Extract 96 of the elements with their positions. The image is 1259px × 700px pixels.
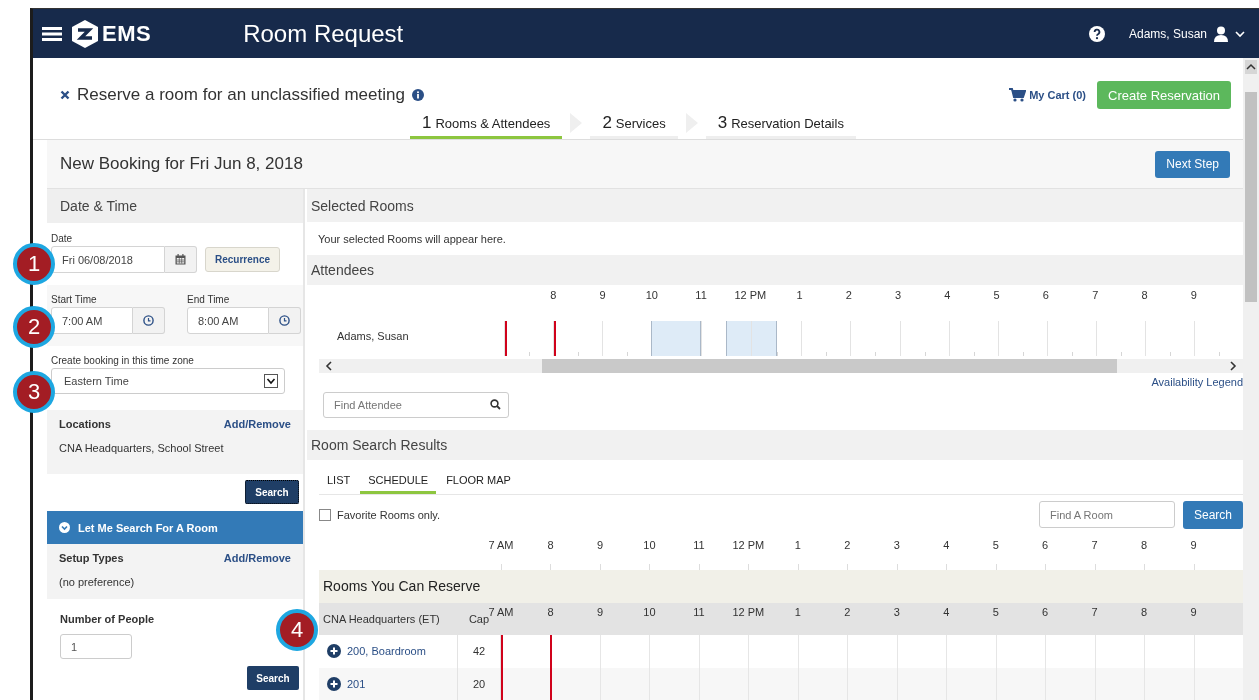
section-label: Setup Types bbox=[59, 552, 124, 564]
hour-label: 7 bbox=[1090, 538, 1099, 551]
hour-label: 6 bbox=[1041, 289, 1050, 302]
app-title: Room Request bbox=[243, 19, 405, 48]
cart-link[interactable]: My Cart (0) bbox=[1009, 88, 1086, 102]
search-button[interactable]: Search bbox=[245, 480, 299, 504]
view-tab[interactable]: LIST bbox=[319, 473, 359, 494]
hour-label: 8 bbox=[546, 605, 555, 618]
hour-label: 4 bbox=[942, 538, 951, 551]
hour-label: 11 bbox=[694, 289, 708, 302]
attendee-name: Adams, Susan bbox=[336, 329, 409, 342]
search-panel-header[interactable]: Let Me Search For A Room bbox=[47, 511, 303, 544]
next-step-button[interactable]: Next Step bbox=[1155, 150, 1230, 178]
booking-title: New Booking for Fri Jun 8, 2018 bbox=[60, 154, 303, 174]
section-heading: Selected Rooms bbox=[307, 189, 1243, 222]
hour-label: 8 bbox=[1140, 289, 1149, 302]
start-time-field[interactable]: 7:00 AM bbox=[51, 307, 133, 334]
section-label: Locations bbox=[59, 418, 111, 430]
table-cell: 42 bbox=[472, 645, 486, 658]
hour-label: 10 bbox=[642, 605, 657, 618]
search-button[interactable]: Search bbox=[247, 666, 299, 690]
hour-label: 9 bbox=[598, 289, 607, 302]
hour-label: 10 bbox=[642, 538, 657, 551]
hour-label: 8 bbox=[546, 538, 555, 551]
people-count-field[interactable]: 1 bbox=[60, 634, 132, 659]
hour-label: 5 bbox=[991, 605, 1000, 618]
hour-label: 12 PM bbox=[733, 289, 768, 302]
step-number-badge: 1 bbox=[13, 243, 55, 285]
hour-label: 7 AM bbox=[488, 605, 515, 618]
hour-label: 8 bbox=[549, 289, 558, 302]
user-name[interactable]: Adams, Susan bbox=[1128, 26, 1207, 41]
hour-label: 9 bbox=[595, 605, 604, 618]
hour-label: 2 bbox=[844, 289, 853, 302]
hour-label: 9 bbox=[595, 538, 604, 551]
column-header: Cap bbox=[468, 612, 490, 625]
hour-label: 11 bbox=[692, 605, 706, 618]
empty-message: Your selected Rooms will appear here. bbox=[317, 231, 507, 247]
hour-label: 4 bbox=[943, 289, 952, 302]
field-label: Create booking in this time zone bbox=[51, 355, 195, 366]
hour-label: 12 PM bbox=[731, 605, 766, 618]
field-label: Date bbox=[51, 233, 74, 244]
search-button[interactable]: Search bbox=[1182, 500, 1243, 529]
add-remove-link[interactable]: Add/Remove bbox=[223, 418, 291, 430]
hour-label: 7 AM bbox=[487, 538, 515, 551]
section-heading: Room Search Results bbox=[307, 430, 1243, 461]
availability-legend-link[interactable]: Availability Legend bbox=[1151, 376, 1243, 389]
hour-label: 1 bbox=[795, 289, 804, 302]
section-heading: Date & Time bbox=[47, 189, 303, 223]
hour-label: 3 bbox=[892, 605, 901, 618]
hour-label: 3 bbox=[892, 538, 901, 551]
hour-label: 8 bbox=[1140, 605, 1149, 618]
step-number-badge: 2 bbox=[13, 306, 55, 348]
field-label: Number of People bbox=[60, 613, 156, 625]
hour-label: 2 bbox=[843, 538, 852, 551]
hour-label: 4 bbox=[942, 605, 951, 618]
hour-label: 5 bbox=[992, 289, 1001, 302]
hour-label: 2 bbox=[843, 605, 852, 618]
column-header: CNA Headquarters (ET) bbox=[323, 612, 440, 625]
hour-label: 1 bbox=[793, 605, 802, 618]
hour-label: 5 bbox=[991, 538, 1000, 551]
hour-label: 6 bbox=[1041, 605, 1050, 618]
hour-label: 7 bbox=[1090, 605, 1099, 618]
hour-label: 10 bbox=[644, 289, 659, 302]
section-heading: Attendees bbox=[307, 255, 1243, 286]
step-number-badge: 3 bbox=[13, 371, 55, 413]
hour-label: 6 bbox=[1041, 538, 1050, 551]
end-time-field[interactable]: 8:00 AM bbox=[187, 307, 269, 334]
recurrence-button[interactable]: Recurrence bbox=[205, 247, 281, 272]
hour-label: 9 bbox=[1189, 538, 1198, 551]
add-remove-link[interactable]: Add/Remove bbox=[223, 552, 291, 564]
step-number-badge: 4 bbox=[276, 609, 318, 651]
view-tab[interactable]: FLOOR MAP bbox=[438, 473, 519, 494]
group-heading: Rooms You Can Reserve bbox=[319, 570, 1243, 603]
checkbox-label: Favorite Rooms only. bbox=[337, 508, 441, 521]
logo-text: EMS bbox=[102, 20, 152, 47]
timezone-dropdown[interactable]: Eastern Time bbox=[51, 368, 285, 394]
field-label: Start Time bbox=[51, 294, 98, 305]
table-cell: 20 bbox=[472, 677, 486, 690]
hour-label: 9 bbox=[1189, 289, 1198, 302]
field-label: End Time bbox=[187, 294, 231, 305]
room-link[interactable]: 200, Boardroom bbox=[347, 645, 426, 658]
view-tab[interactable]: SCHEDULE bbox=[360, 473, 437, 494]
hour-label: 9 bbox=[1189, 605, 1198, 618]
reservation-type-title: Reserve a room for an unclassified meeting bbox=[77, 85, 405, 105]
hour-label: 1 bbox=[793, 538, 802, 551]
hour-label: 7 bbox=[1091, 289, 1100, 302]
setup-type-value: (no preference) bbox=[59, 576, 136, 588]
hour-label: 11 bbox=[692, 538, 706, 551]
hour-label: 8 bbox=[1140, 538, 1149, 551]
date-field[interactable]: Fri 06/08/2018 bbox=[51, 246, 165, 273]
hour-label: 3 bbox=[894, 289, 903, 302]
location-value: CNA Headquarters, School Street bbox=[59, 442, 225, 454]
room-link[interactable]: 201 bbox=[347, 677, 366, 690]
hour-label: 12 PM bbox=[731, 538, 766, 551]
find-room-field[interactable]: Find A Room bbox=[1038, 501, 1175, 529]
find-attendee-field[interactable]: Find Attendee bbox=[323, 392, 509, 419]
